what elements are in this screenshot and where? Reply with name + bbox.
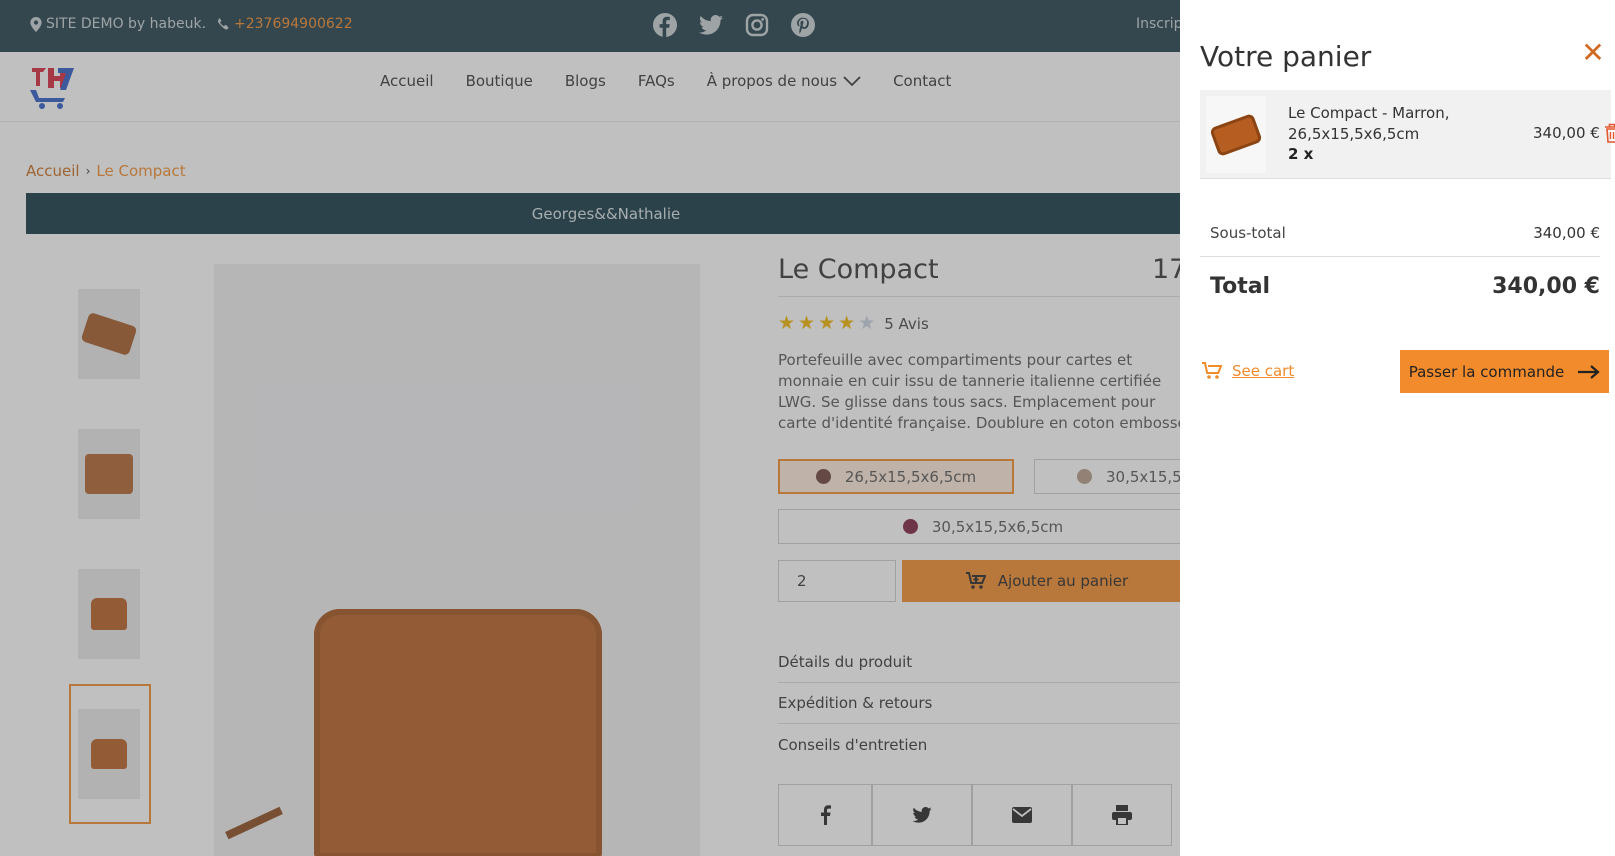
subtotal-value: 340,00 € — [1533, 224, 1600, 242]
cart-title: Votre panier — [1200, 40, 1372, 73]
total-row: Total 340,00 € — [1210, 274, 1600, 299]
cart-item-quantity: 2 x — [1288, 145, 1314, 163]
wallet-thumbnail — [1209, 112, 1263, 157]
see-cart-link[interactable]: See cart — [1202, 362, 1294, 380]
cart-item: Le Compact - Marron, 26,5x15,5x6,5cm 2 x… — [1200, 90, 1615, 179]
subtotal-label: Sous-total — [1210, 224, 1286, 242]
close-icon[interactable]: ✕ — [1580, 39, 1606, 67]
cart-item-image[interactable] — [1206, 96, 1266, 173]
checkout-button[interactable]: Passer la commande — [1400, 350, 1609, 393]
trash-icon[interactable] — [1604, 123, 1615, 143]
checkout-label: Passer la commande — [1408, 362, 1565, 381]
total-label: Total — [1210, 274, 1271, 299]
cart-icon — [1202, 362, 1222, 379]
page-overlay[interactable] — [0, 0, 1180, 856]
cart-drawer: Votre panier ✕ Le Compact - Marron, 26,5… — [1180, 0, 1615, 856]
divider — [1200, 256, 1600, 257]
see-cart-label: See cart — [1232, 362, 1295, 380]
total-value: 340,00 € — [1492, 274, 1600, 299]
cart-item-name[interactable]: Le Compact - Marron, 26,5x15,5x6,5cm — [1288, 103, 1458, 145]
arrow-right-icon — [1578, 364, 1600, 379]
cart-item-price: 340,00 € — [1533, 124, 1600, 142]
subtotal-row: Sous-total 340,00 € — [1210, 224, 1600, 242]
